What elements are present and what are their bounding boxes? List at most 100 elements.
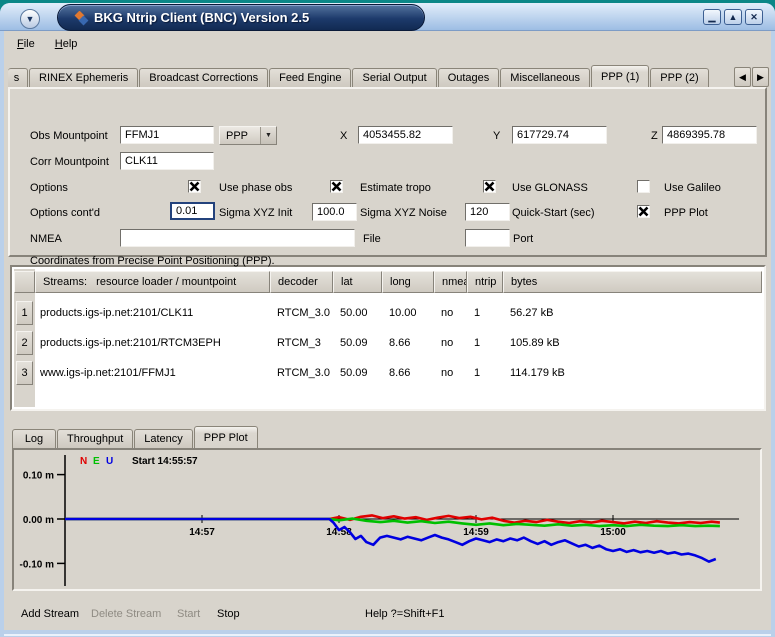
tab-feed-engine[interactable]: Feed Engine [269, 68, 351, 87]
title-capsule: BKG Ntrip Client (BNC) Version 2.5 [57, 4, 425, 31]
tab-ppp-plot[interactable]: PPP Plot [194, 426, 258, 448]
tab-outages[interactable]: Outages [438, 68, 500, 87]
cell-long: 8.66 [382, 367, 434, 379]
menu-bar: File Help [4, 31, 771, 57]
tab-throughput[interactable]: Throughput [57, 429, 133, 448]
tab-log[interactable]: Log [12, 429, 56, 448]
ppp-mode-select[interactable]: PPP ▼ [219, 126, 277, 145]
tab-miscellaneous[interactable]: Miscellaneous [500, 68, 590, 87]
estimate-tropo-checkbox[interactable] [330, 180, 343, 193]
action-bar: Add Stream Delete Stream Start Stop Help… [4, 601, 771, 627]
title-bar[interactable]: ▼ BKG Ntrip Client (BNC) Version 2.5 ▁ ▲… [0, 3, 775, 31]
ppp-plot-checkbox[interactable] [637, 205, 650, 218]
svg-text:0.10 m: 0.10 m [23, 471, 54, 482]
quick-start-input[interactable] [465, 203, 510, 221]
nmea-port-input[interactable] [465, 229, 510, 247]
sigma-xyz-init-input[interactable] [170, 202, 215, 220]
sigma-xyz-init-label: Sigma XYZ Init [219, 207, 292, 219]
tab-ppp-2[interactable]: PPP (2) [650, 68, 708, 87]
maximize-button[interactable]: ▲ [724, 9, 742, 25]
col-mountpoint[interactable]: Streams: resource loader / mountpoint [35, 271, 270, 293]
col-decoder[interactable]: decoder [270, 271, 333, 293]
options-label: Options [30, 182, 68, 194]
ppp-plot-chart: 0.10 m0.00 m-0.10 m14:5714:5814:5915:00N… [14, 450, 760, 589]
cell-bytes: 56.27 kB [503, 307, 762, 319]
delete-stream-button[interactable]: Delete Stream [91, 608, 161, 620]
tab-clipped[interactable]: s [8, 68, 28, 87]
sigma-xyz-noise-input[interactable] [312, 203, 357, 221]
cell-nmea: no [434, 337, 467, 349]
use-galileo-checkbox[interactable] [637, 180, 650, 193]
col-ntrip[interactable]: ntrip [467, 271, 503, 293]
row-number[interactable]: 2 [16, 331, 33, 355]
output-tab-bar: Log Throughput Latency PPP Plot [12, 426, 259, 448]
corr-mountpoint-label: Corr Mountpoint [30, 156, 109, 168]
cell-nmea: no [434, 367, 467, 379]
desktop: ▼ BKG Ntrip Client (BNC) Version 2.5 ▁ ▲… [0, 0, 775, 637]
add-stream-button[interactable]: Add Stream [21, 608, 79, 620]
cell-lat: 50.00 [333, 307, 382, 319]
table-header-row: Streams: resource loader / mountpoint de… [14, 271, 762, 293]
cell-long: 10.00 [382, 307, 434, 319]
table-row[interactable]: 1 products.igs-ip.net:2101/CLK11 RTCM_3.… [14, 299, 762, 327]
minimize-button[interactable]: ▁ [703, 9, 721, 25]
cell-bytes: 105.89 kB [503, 337, 762, 349]
close-button[interactable]: ✕ [745, 9, 763, 25]
tab-rinex-ephemeris[interactable]: RINEX Ephemeris [29, 68, 138, 87]
col-nmea[interactable]: nmea [434, 271, 467, 293]
config-tab-bar: s RINEX Ephemeris Broadcast Corrections … [8, 65, 710, 87]
use-phase-obs-checkbox[interactable] [188, 180, 201, 193]
use-glonass-label: Use GLONASS [512, 182, 588, 194]
menu-help[interactable]: Help [52, 36, 81, 52]
help-shortcut-label: Help ?=Shift+F1 [365, 608, 445, 620]
cell-long: 8.66 [382, 337, 434, 349]
ppp-plot-panel: 0.10 m0.00 m-0.10 m14:5714:5814:5915:00N… [12, 448, 762, 591]
svg-text:E: E [93, 456, 100, 467]
row-number[interactable]: 3 [16, 361, 33, 385]
table-row[interactable]: 2 products.igs-ip.net:2101/RTCM3EPH RTCM… [14, 329, 762, 357]
tab-scroll-right-icon[interactable]: ▶ [752, 67, 769, 87]
nmea-label: NMEA [30, 233, 62, 245]
row-number[interactable]: 1 [16, 301, 33, 325]
cell-decoder: RTCM_3.0 [270, 367, 333, 379]
window-bottom-highlight [4, 634, 771, 636]
tab-serial-output[interactable]: Serial Output [352, 68, 436, 87]
y-coordinate-input[interactable] [512, 126, 607, 144]
menu-file[interactable]: File [14, 36, 38, 52]
window-title: BKG Ntrip Client (BNC) Version 2.5 [94, 10, 309, 25]
svg-text:14:57: 14:57 [189, 527, 215, 538]
use-galileo-label: Use Galileo [664, 182, 721, 194]
corr-mountpoint-input[interactable] [120, 152, 214, 170]
svg-text:0.00 m: 0.00 m [23, 515, 54, 526]
svg-text:Start 14:55:57: Start 14:55:57 [132, 456, 198, 467]
obs-mountpoint-input[interactable] [120, 126, 214, 144]
table-row[interactable]: 3 www.igs-ip.net:2101/FFMJ1 RTCM_3.0 50.… [14, 359, 762, 387]
x-coordinate-input[interactable] [358, 126, 453, 144]
col-lat[interactable]: lat [333, 271, 382, 293]
svg-text:N: N [80, 456, 87, 467]
col-bytes[interactable]: bytes [503, 271, 762, 293]
y-label: Y [493, 130, 500, 142]
tab-latency[interactable]: Latency [134, 429, 193, 448]
tab-scroll-left-icon[interactable]: ◀ [734, 67, 751, 87]
use-glonass-checkbox[interactable] [483, 180, 496, 193]
nmea-file-input[interactable] [120, 229, 355, 247]
cell-ntrip: 1 [467, 337, 503, 349]
start-button[interactable]: Start [177, 608, 200, 620]
tab-broadcast-corrections[interactable]: Broadcast Corrections [139, 68, 268, 87]
sigma-xyz-noise-label: Sigma XYZ Noise [360, 207, 447, 219]
tab-ppp-1[interactable]: PPP (1) [591, 65, 649, 87]
cell-decoder: RTCM_3 [270, 337, 333, 349]
svg-text:-0.10 m: -0.10 m [20, 559, 55, 570]
z-coordinate-input[interactable] [662, 126, 757, 144]
ppp1-panel: Obs Mountpoint PPP ▼ X Y Z Corr Mountpoi… [8, 87, 767, 257]
ppp-plot-label: PPP Plot [664, 207, 708, 219]
cell-mountpoint: www.igs-ip.net:2101/FFMJ1 [33, 367, 270, 379]
window-menu-button[interactable]: ▼ [20, 9, 40, 29]
use-phase-obs-label: Use phase obs [219, 182, 292, 194]
nmea-file-label: File [363, 233, 381, 245]
stop-button[interactable]: Stop [217, 608, 240, 620]
col-long[interactable]: long [382, 271, 434, 293]
cell-lat: 50.09 [333, 337, 382, 349]
streams-table: Streams: resource loader / mountpoint de… [10, 265, 766, 411]
